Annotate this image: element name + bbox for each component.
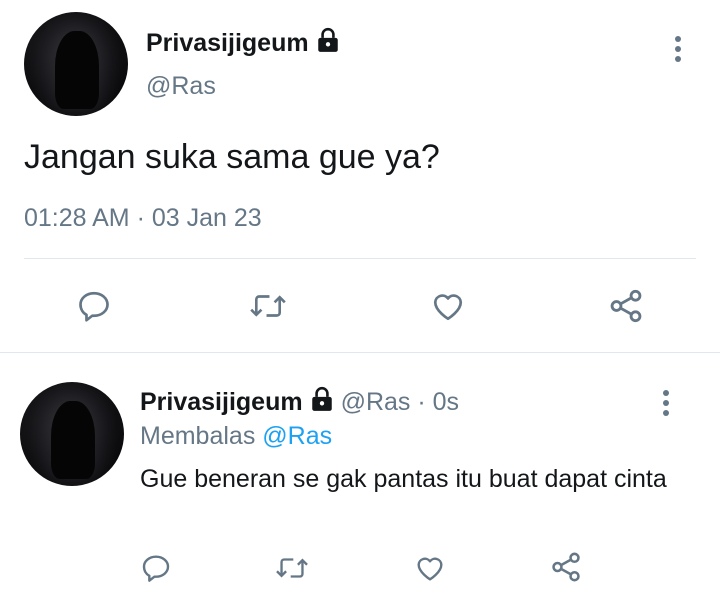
more-options-icon[interactable] (663, 390, 669, 416)
lock-icon (315, 27, 341, 60)
reply-header: Privasijigeum @Ras · 0s (140, 386, 459, 419)
author-avatar[interactable] (24, 12, 128, 116)
reply-author-name[interactable]: Privasijigeum (140, 388, 303, 416)
share-icon[interactable] (548, 549, 584, 585)
reply-icon[interactable] (74, 286, 114, 326)
tweet-text: Jangan suka sama gue ya? (24, 138, 440, 176)
retweet-icon[interactable] (274, 550, 310, 586)
more-options-icon[interactable] (675, 36, 681, 62)
share-icon[interactable] (606, 286, 646, 326)
retweet-icon[interactable] (248, 286, 288, 326)
mention-link[interactable]: @Ras (262, 422, 332, 450)
like-icon[interactable] (428, 286, 468, 326)
divider (24, 258, 696, 259)
reply-icon[interactable] (138, 550, 174, 586)
reply-text: Gue beneran se gak pantas itu buat dapat… (140, 465, 667, 493)
reply-author-avatar[interactable] (20, 382, 124, 486)
author-name[interactable]: Privasijigeum (146, 27, 341, 60)
lock-icon (309, 386, 335, 419)
like-icon[interactable] (412, 550, 448, 586)
tweet-timestamp[interactable]: 01:28 AM · 03 Jan 23 (24, 204, 262, 233)
replying-label: Membalas (140, 422, 256, 450)
reply-author-handle[interactable]: @Ras · 0s (341, 388, 459, 416)
replying-to: Membalas @Ras (140, 422, 332, 451)
author-handle[interactable]: @Ras (146, 72, 216, 101)
divider (0, 352, 720, 353)
